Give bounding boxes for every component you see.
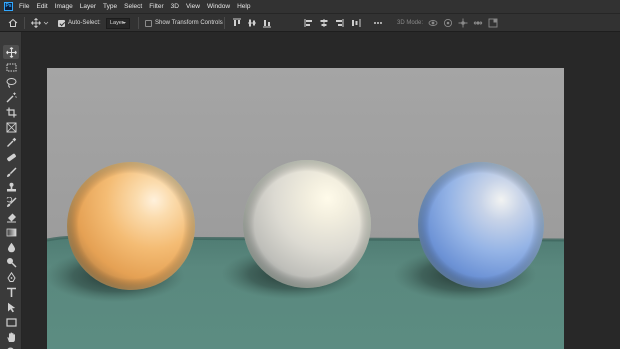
- align-left-edges-icon[interactable]: [304, 14, 314, 32]
- auto-select-label: Auto-Select:: [68, 20, 101, 26]
- more-options-icon[interactable]: [373, 14, 383, 32]
- menu-type[interactable]: Type: [103, 3, 117, 10]
- history-brush-tool-icon[interactable]: [3, 195, 19, 209]
- auto-select-value: Layer: [110, 20, 124, 26]
- hand-tool-icon[interactable]: [3, 330, 19, 344]
- menu-select[interactable]: Select: [124, 3, 142, 10]
- pen-tool-icon[interactable]: [3, 270, 19, 284]
- document-canvas[interactable]: [47, 68, 564, 349]
- options-bar: Auto-Select: Layer Show Transform Contro…: [0, 13, 620, 32]
- roll-3d-icon[interactable]: [443, 14, 453, 32]
- menu-view[interactable]: View: [186, 3, 200, 10]
- show-transform-checkbox[interactable]: [145, 19, 152, 27]
- painting: [47, 68, 564, 349]
- show-transform-group: Show Transform Controls: [145, 14, 223, 32]
- move-tool-preset-icon[interactable]: [31, 14, 49, 32]
- align-top-edges-icon[interactable]: [232, 14, 242, 32]
- menu-file[interactable]: File: [19, 3, 29, 10]
- healing-brush-tool-icon[interactable]: [3, 150, 19, 164]
- menu-edit[interactable]: Edit: [36, 3, 47, 10]
- type-tool-icon[interactable]: [3, 285, 19, 299]
- menu-bar: Ps File Edit Image Layer Type Select Fil…: [0, 0, 620, 13]
- auto-select-dropdown[interactable]: Layer: [106, 17, 130, 29]
- frame-tool-icon[interactable]: [3, 120, 19, 134]
- separator: [24, 17, 25, 29]
- menu-3d[interactable]: 3D: [171, 3, 179, 10]
- dodge-tool-icon[interactable]: [3, 255, 19, 269]
- clone-stamp-tool-icon[interactable]: [3, 180, 19, 194]
- separator: [138, 17, 139, 29]
- lasso-tool-icon[interactable]: [3, 75, 19, 89]
- crop-tool-icon[interactable]: [3, 105, 19, 119]
- menu-layer[interactable]: Layer: [80, 3, 96, 10]
- gradient-tool-icon[interactable]: [3, 225, 19, 239]
- marquee-tool-icon[interactable]: [3, 60, 19, 74]
- brush-tool-icon[interactable]: [3, 165, 19, 179]
- show-transform-label: Show Transform Controls: [155, 20, 223, 26]
- zoom-tool-icon[interactable]: [3, 345, 19, 349]
- align-horizontal-centers-icon[interactable]: [319, 14, 329, 32]
- orbit-3d-icon[interactable]: [428, 14, 438, 32]
- align-vertical-centers-icon[interactable]: [247, 14, 257, 32]
- magic-wand-tool-icon[interactable]: [3, 90, 19, 104]
- rectangle-tool-icon[interactable]: [3, 315, 19, 329]
- eraser-tool-icon[interactable]: [3, 210, 19, 224]
- align-right-edges-icon[interactable]: [334, 14, 344, 32]
- align-bottom-edges-icon[interactable]: [262, 14, 272, 32]
- auto-select-checkbox[interactable]: [58, 19, 65, 27]
- auto-select-group: Auto-Select:: [58, 14, 101, 32]
- scale-3d-icon[interactable]: [488, 14, 498, 32]
- path-selection-tool-icon[interactable]: [3, 300, 19, 314]
- menu-filter[interactable]: Filter: [149, 3, 163, 10]
- 3d-mode-label: 3D Mode:: [397, 20, 424, 26]
- home-icon[interactable]: [8, 14, 18, 32]
- document-workspace: [22, 32, 620, 349]
- photoshop-logo: Ps: [4, 2, 13, 11]
- menu-image[interactable]: Image: [55, 3, 73, 10]
- auto-select-dropdown-wrap: Layer: [106, 14, 130, 32]
- distribute-icon[interactable]: [351, 14, 361, 32]
- blur-tool-icon[interactable]: [3, 240, 19, 254]
- separator: [224, 17, 225, 29]
- menu-help[interactable]: Help: [237, 3, 250, 10]
- eyedropper-tool-icon[interactable]: [3, 135, 19, 149]
- slide-3d-icon[interactable]: [473, 14, 483, 32]
- tools-panel: [0, 32, 22, 349]
- move-tool-icon[interactable]: [3, 45, 19, 59]
- pan-3d-icon[interactable]: [458, 14, 468, 32]
- 3d-mode-group: 3D Mode:: [397, 14, 423, 32]
- menu-window[interactable]: Window: [207, 3, 230, 10]
